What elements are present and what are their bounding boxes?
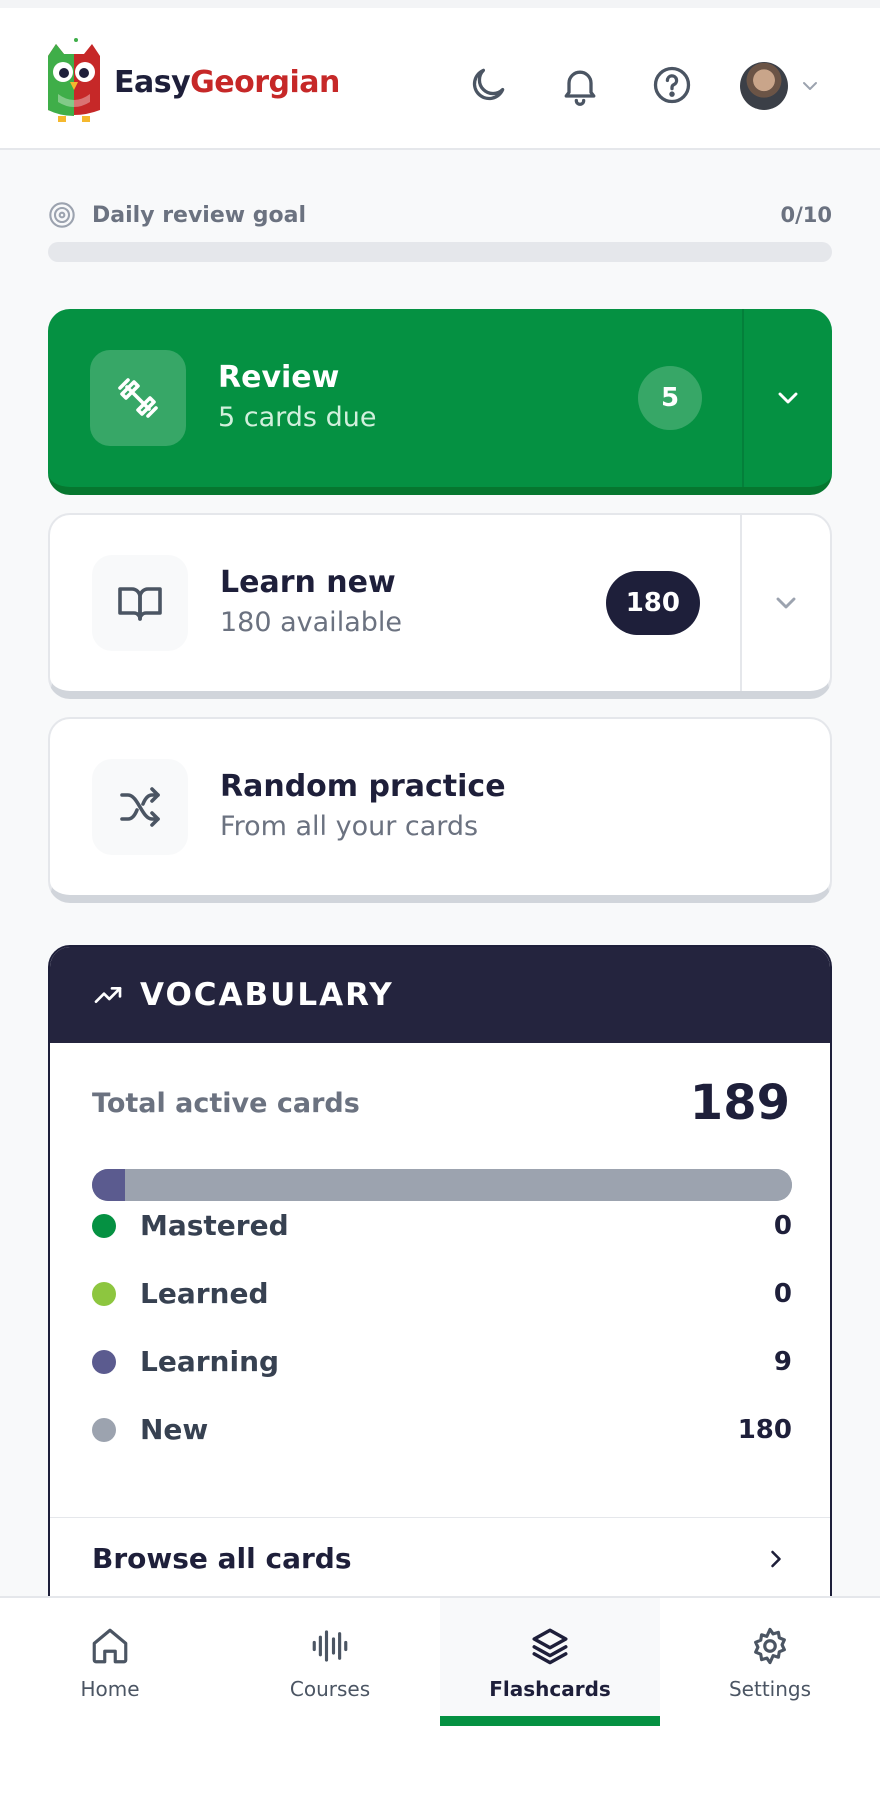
bottom-navigation: Home Courses Flashcards Settings: [0, 1596, 880, 1795]
nav-home[interactable]: Home: [0, 1598, 220, 1726]
brand-name-part1: Easy: [114, 64, 191, 100]
learn-icon-tile: [92, 555, 188, 651]
nav-label: Courses: [289, 1677, 371, 1701]
browse-all-cards-label: Browse all cards: [92, 1542, 352, 1575]
learned-dot: [92, 1281, 116, 1306]
learn-new-card[interactable]: Learn new 180 available 180: [48, 513, 832, 699]
vocabulary-panel: VOCABULARY Total active cards 189 Master…: [48, 945, 832, 1625]
stat-row-learning: Learning 9: [92, 1345, 792, 1378]
stat-row-learned: Learned 0: [92, 1277, 792, 1310]
brand-name: EasyGeorgian: [114, 65, 340, 100]
daily-goal-count: 0/10: [780, 203, 832, 227]
vocabulary-progress-bar: [92, 1169, 792, 1201]
learn-new-title: Learn new: [220, 565, 396, 600]
brand-name-part2: Georgian: [190, 64, 340, 100]
avatar[interactable]: [740, 62, 788, 110]
review-card[interactable]: Review 5 cards due 5: [48, 309, 832, 495]
review-expand-button[interactable]: [742, 309, 832, 487]
daily-goal-progress-bar: [48, 242, 832, 262]
stat-row-mastered: Mastered 0: [92, 1209, 792, 1242]
chevron-down-icon: [776, 597, 796, 609]
review-subtitle: 5 cards due: [218, 402, 377, 433]
owl-logo-icon: [48, 38, 100, 122]
bar-segment-learning: [92, 1169, 126, 1201]
review-title: Review: [218, 360, 340, 395]
new-dot: [92, 1417, 116, 1442]
home-icon: [92, 1628, 128, 1664]
review-icon-tile: [90, 350, 186, 446]
total-active-cards-label: Total active cards: [92, 1087, 360, 1119]
nav-label: Settings: [728, 1677, 812, 1701]
chevron-down-icon[interactable]: [798, 74, 822, 98]
help-icon[interactable]: [650, 63, 694, 107]
nav-settings[interactable]: Settings: [660, 1598, 880, 1726]
logo[interactable]: EasyGeorgian: [42, 36, 340, 128]
active-tab-indicator: [440, 1716, 660, 1726]
nav-flashcards[interactable]: Flashcards: [440, 1598, 660, 1726]
chevron-right-icon: [771, 1550, 781, 1567]
trending-up-icon: [94, 987, 122, 1003]
moon-icon[interactable]: [466, 63, 510, 107]
stat-value: 0: [773, 1278, 792, 1309]
stat-row-new: New 180: [92, 1413, 792, 1446]
soundwave-icon: [312, 1630, 348, 1662]
learning-dot: [92, 1349, 116, 1374]
daily-goal: Daily review goal 0/10: [48, 200, 832, 262]
total-active-cards-value: 189: [689, 1075, 790, 1131]
dumbbell-icon: [118, 378, 158, 418]
review-count-badge: 5: [638, 366, 702, 430]
gear-icon: [754, 1627, 786, 1665]
learn-new-subtitle: 180 available: [220, 607, 402, 638]
book-open-icon: [118, 587, 162, 621]
review-button[interactable]: Review 5 cards due 5: [48, 309, 742, 487]
total-active-cards: Total active cards 189: [92, 1075, 790, 1131]
stat-value: 9: [773, 1346, 792, 1377]
stat-label: Learning: [140, 1345, 280, 1378]
random-icon-tile: [92, 759, 188, 855]
mastered-dot: [92, 1213, 116, 1238]
vocabulary-title: VOCABULARY: [140, 977, 394, 1013]
stat-value: 180: [737, 1414, 792, 1445]
divider: [50, 1517, 830, 1518]
nav-courses[interactable]: Courses: [220, 1598, 440, 1726]
stat-label: Learned: [140, 1277, 269, 1310]
vocabulary-header: VOCABULARY: [50, 947, 830, 1043]
nav-label: Flashcards: [489, 1677, 611, 1701]
learn-new-expand-button[interactable]: [740, 515, 830, 691]
stat-label: Mastered: [140, 1209, 289, 1242]
shuffle-icon: [120, 787, 160, 827]
daily-goal-label: Daily review goal: [92, 202, 306, 228]
stat-label: New: [140, 1413, 209, 1446]
random-practice-title: Random practice: [220, 769, 506, 804]
layers-icon: [532, 1628, 568, 1665]
nav-label: Home: [80, 1677, 140, 1701]
random-practice-card[interactable]: Random practice From all your cards: [48, 717, 832, 903]
app-header: EasyGeorgian: [0, 0, 880, 150]
learn-new-count-badge: 180: [605, 571, 700, 635]
learn-new-button[interactable]: Learn new 180 available 180: [50, 515, 740, 691]
stat-value: 0: [773, 1210, 792, 1241]
bell-icon[interactable]: [558, 63, 602, 107]
bar-segment-new: [125, 1169, 792, 1201]
chevron-down-icon: [778, 392, 798, 404]
random-practice-button[interactable]: Random practice From all your cards: [50, 719, 830, 895]
target-icon: [49, 202, 75, 228]
browse-all-cards-link[interactable]: Browse all cards: [92, 1542, 790, 1575]
random-practice-subtitle: From all your cards: [220, 811, 479, 842]
